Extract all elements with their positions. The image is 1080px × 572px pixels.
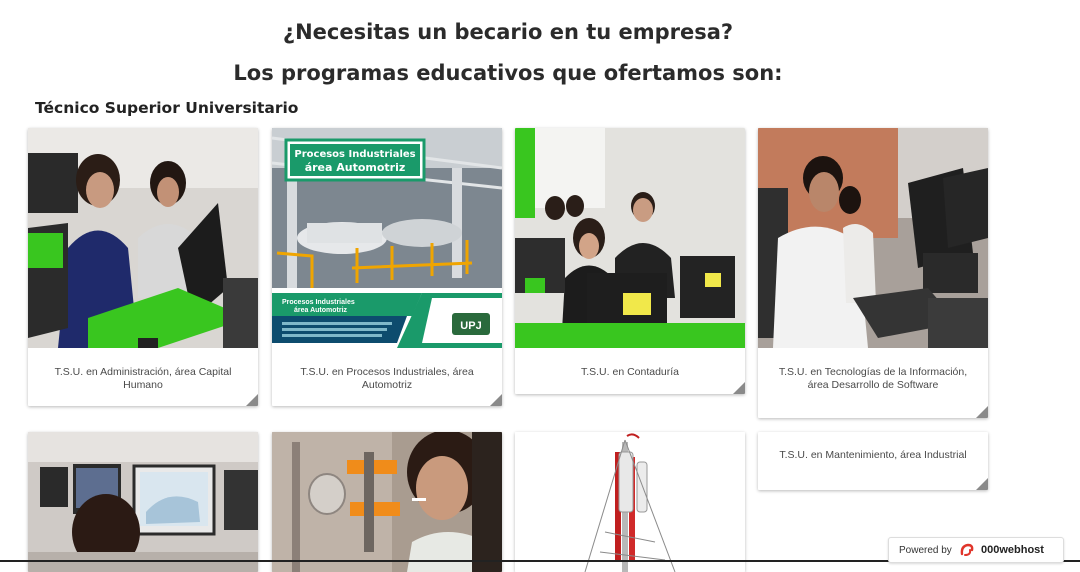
section-heading: Técnico Superior Universitario [35, 99, 299, 117]
program-photo-laboratorio [272, 432, 502, 572]
program-card-procesos-industriales[interactable]: UPJ Procesos Industriales área Automotri… [272, 128, 502, 406]
program-caption: T.S.U. en Mantenimiento, área Industrial [779, 449, 967, 461]
program-photo-administracion [28, 128, 258, 348]
program-caption: T.S.U. en Contaduría [580, 366, 680, 378]
poster-title-2: área Automotriz [305, 161, 406, 174]
card-corner-fold [976, 478, 988, 490]
program-card-tecnologias-informacion[interactable]: T.S.U. en Tecnologías de la Información,… [758, 128, 988, 418]
program-photo-procesos-industriales: UPJ Procesos Industriales área Automotri… [272, 128, 502, 348]
brand-name: 000webhost [981, 544, 1044, 556]
program-card-administracion[interactable]: T.S.U. en Administración, área Capital H… [28, 128, 258, 406]
program-photo-contaduria [515, 128, 745, 348]
page-subtitle: Los programas educativos que ofertamos s… [233, 61, 783, 85]
program-caption: T.S.U. en Tecnologías de la Información,… [778, 366, 968, 391]
program-photo-diseno [28, 432, 258, 572]
powered-by-badge[interactable]: Powered by 000webhost [888, 537, 1064, 563]
program-caption: T.S.U. en Procesos Industriales, área Au… [300, 366, 474, 391]
program-card-mantenimiento[interactable]: T.S.U. en Mantenimiento, área Industrial [758, 432, 988, 490]
page-title: ¿Necesitas un becario en tu empresa? [282, 20, 734, 44]
program-card-contaduria[interactable]: T.S.U. en Contaduría [515, 128, 745, 394]
program-card-row2-3[interactable] [515, 432, 745, 572]
program-card-row2-1[interactable] [28, 432, 258, 572]
card-corner-fold [733, 382, 745, 394]
program-photo-antena [515, 432, 745, 572]
card-corner-fold [976, 406, 988, 418]
program-caption: T.S.U. en Administración, área Capital H… [54, 366, 232, 391]
card-corner-fold [490, 394, 502, 406]
program-photo-tecnologias-informacion [758, 128, 988, 348]
program-card-row2-2[interactable] [272, 432, 502, 572]
poster-logo-text: UPJ [460, 320, 481, 332]
poster-sub-title-1: Procesos Industriales [282, 299, 355, 306]
poster-title-1: Procesos Industriales [294, 149, 415, 160]
powered-by-label: Powered by [899, 545, 952, 556]
000webhost-logo-icon [960, 543, 974, 556]
card-corner-fold [246, 394, 258, 406]
poster-sub-title-2: área Automotriz [294, 307, 348, 314]
